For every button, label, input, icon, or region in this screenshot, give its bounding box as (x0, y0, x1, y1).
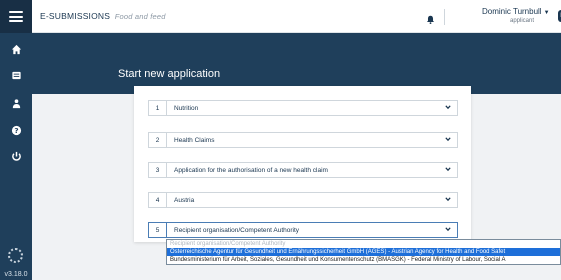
chevron-down-icon (445, 196, 451, 202)
step-3-row: 3 Application for the authorisation of a… (148, 162, 458, 178)
home-icon[interactable] (0, 41, 32, 57)
chevron-down-icon (445, 104, 451, 110)
step-3-select[interactable]: Application for the authorisation of a n… (167, 163, 457, 177)
step-5-select[interactable]: Recipient organisation/Competent Authori… (167, 223, 457, 237)
step-4-select[interactable]: Austria (167, 193, 457, 207)
step-value: Application for the authorisation of a n… (174, 166, 328, 174)
step-2-select[interactable]: Health Claims (167, 133, 457, 147)
help-icon[interactable]: ? (0, 122, 32, 138)
user-menu[interactable]: Dominic Turnbull ▼ (482, 7, 550, 16)
inbox-icon[interactable] (0, 67, 32, 83)
app-version: v3.18.0 (4, 271, 28, 278)
user-role: applicant (510, 18, 535, 24)
hamburger-icon (9, 11, 23, 22)
topbar: E-SUBMISSIONS Food and feed Dominic Turn… (32, 0, 561, 33)
power-icon[interactable] (0, 148, 32, 164)
brand-title: E-SUBMISSIONS (40, 11, 111, 21)
caret-down-icon: ▼ (543, 10, 550, 16)
dropdown-option-ages[interactable]: Österreichische Agentur für Gesundheit u… (167, 248, 560, 256)
step-number: 5 (149, 223, 167, 237)
step-number: 3 (149, 163, 167, 177)
step-value: Recipient organisation/Competent Authori… (174, 226, 300, 234)
brand-subtitle: Food and feed (114, 12, 166, 21)
topbar-divider (444, 9, 445, 25)
page-banner: Start new application (32, 33, 561, 94)
page-title: Start new application (118, 68, 221, 80)
step-4-row: 4 Austria (148, 192, 458, 208)
step-1-select[interactable]: Nutrition (167, 101, 457, 115)
user-name: Dominic Turnbull (482, 7, 542, 16)
step-value: Health Claims (174, 136, 215, 144)
notification-bell-icon[interactable] (426, 11, 435, 24)
dropdown-option-bmasgk[interactable]: Bundesministerium für Arbeit, Soziales, … (167, 256, 560, 264)
users-icon[interactable] (0, 95, 32, 111)
loading-spinner-icon (8, 248, 23, 263)
step-number: 4 (149, 193, 167, 207)
chevron-down-icon (445, 166, 451, 172)
app-brand[interactable]: E-SUBMISSIONS Food and feed (40, 11, 166, 21)
step-5-row: 5 Recipient organisation/Competent Autho… (148, 222, 458, 238)
chevron-down-icon (445, 136, 451, 142)
dropdown-option-placeholder: Recipient organisation/Competent Authori… (170, 241, 286, 247)
step-2-row: 2 Health Claims (148, 132, 458, 148)
step-number: 1 (149, 101, 167, 115)
sidebar: ? v3.18.0 (0, 0, 32, 280)
step-number: 2 (149, 133, 167, 147)
authority-dropdown-list: Recipient organisation/Competent Authori… (166, 239, 561, 265)
step-1-row: 1 Nutrition (148, 100, 458, 116)
step-value: Nutrition (174, 104, 199, 112)
step-value: Austria (174, 196, 195, 204)
svg-text:?: ? (14, 126, 18, 135)
application-form-card: 1 Nutrition 2 Health Claims 3 Applicatio… (134, 86, 471, 242)
chevron-down-icon (445, 226, 451, 232)
menu-toggle[interactable] (0, 0, 32, 33)
